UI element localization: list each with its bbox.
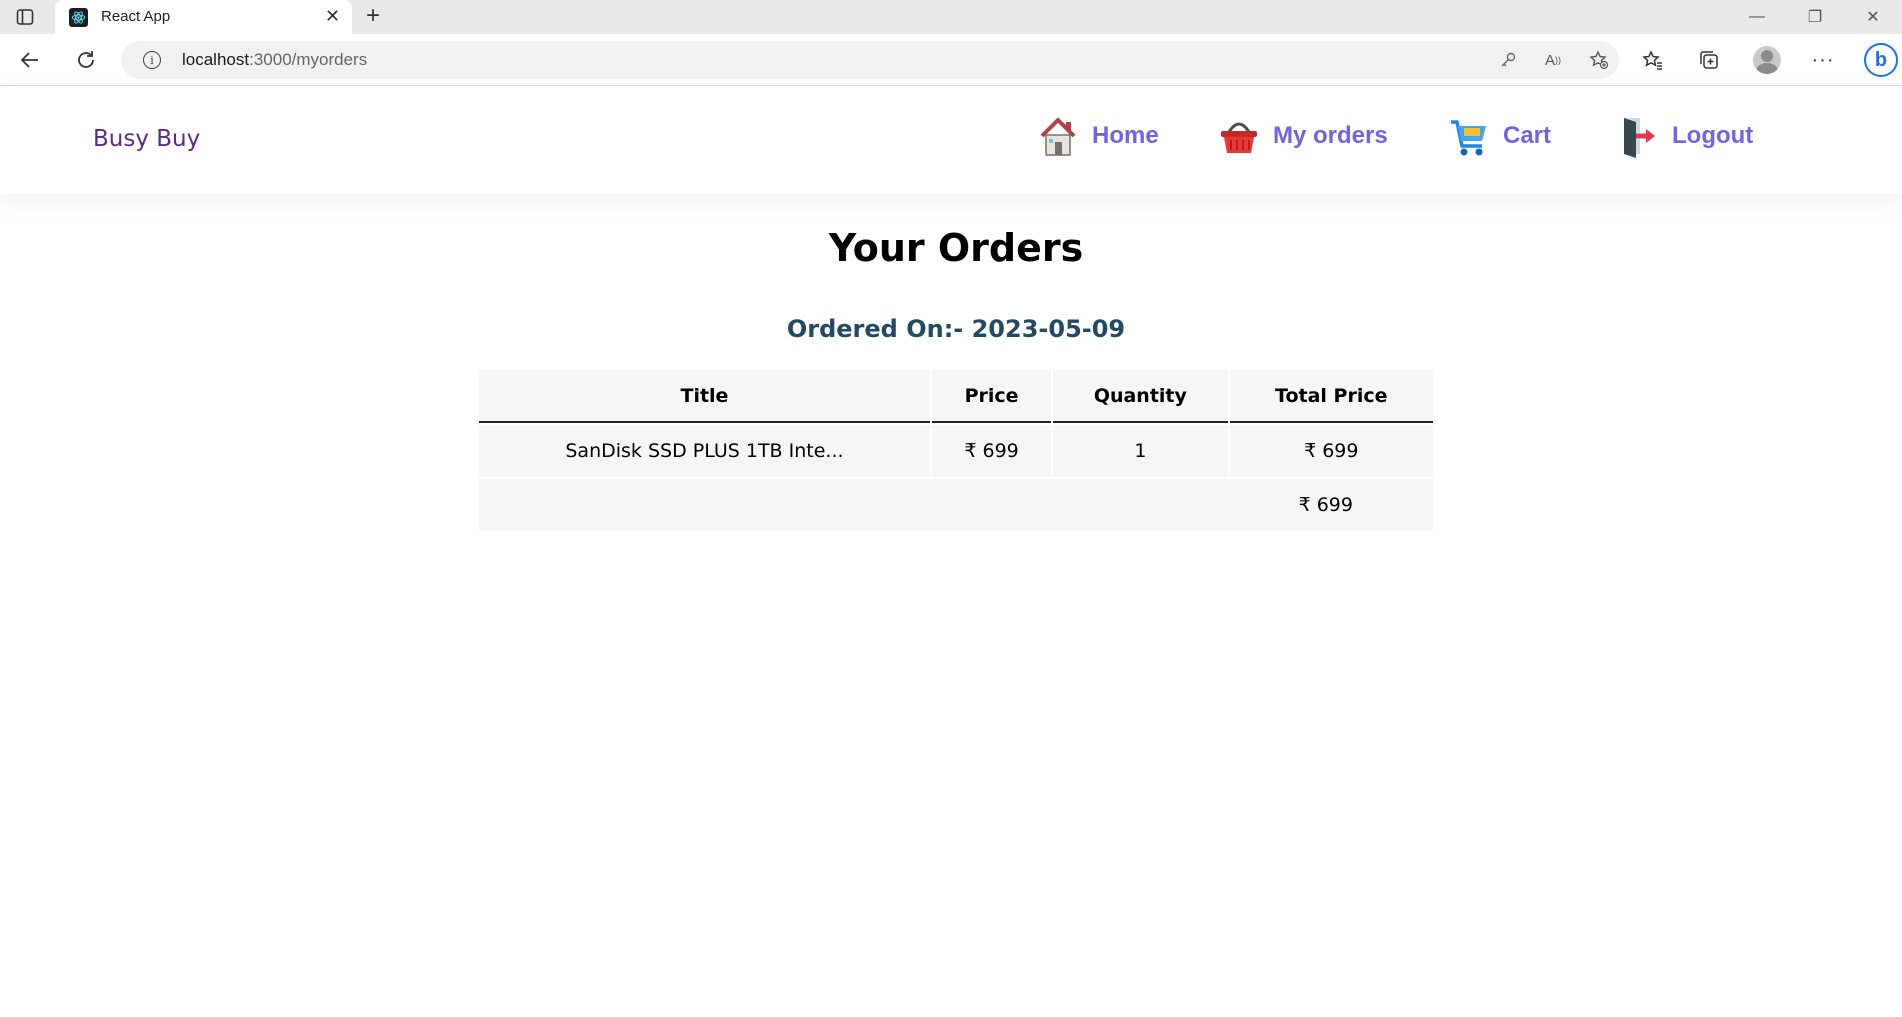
restore-icon[interactable]: ❐ bbox=[1786, 0, 1844, 34]
close-tab-icon[interactable]: ✕ bbox=[325, 7, 340, 25]
browser-tab-bar: React App ✕ + — ❐ ✕ bbox=[0, 0, 1902, 34]
cell-title: SanDisk SSD PLUS 1TB Inte... bbox=[479, 425, 930, 477]
nav-cart-label: Cart bbox=[1503, 122, 1552, 149]
nav-cart[interactable]: Cart bbox=[1449, 114, 1551, 158]
page-content: Busy Buy Home My orders Cart Logout Your… bbox=[0, 86, 1902, 1017]
key-icon[interactable] bbox=[1497, 49, 1519, 71]
minimize-icon[interactable]: — bbox=[1728, 0, 1786, 34]
window-controls: — ❐ ✕ bbox=[1728, 0, 1902, 34]
url-host: localhost bbox=[182, 50, 250, 69]
browser-tab[interactable]: React App ✕ bbox=[55, 0, 352, 34]
read-aloud-icon[interactable]: A)) bbox=[1542, 49, 1564, 71]
favorites-icon[interactable] bbox=[1640, 47, 1666, 73]
nav-home-label: Home bbox=[1092, 122, 1159, 149]
home-icon bbox=[1040, 118, 1076, 156]
column-header-total-price: Total Price bbox=[1229, 370, 1433, 423]
bing-icon[interactable]: b bbox=[1864, 43, 1898, 77]
back-arrow-icon[interactable] bbox=[17, 47, 43, 73]
url-text[interactable]: localhost:3000/myorders bbox=[182, 50, 367, 70]
column-header-quantity: Quantity bbox=[1053, 370, 1228, 423]
table-row: SanDisk SSD PLUS 1TB Inte... ₹ 699 1 ₹ 6… bbox=[479, 425, 1433, 477]
cell-total-price: ₹ 699 bbox=[1229, 425, 1433, 477]
window-close-icon[interactable]: ✕ bbox=[1844, 0, 1902, 34]
page-title: Your Orders bbox=[828, 226, 1084, 270]
nav-logout[interactable]: Logout bbox=[1618, 114, 1753, 158]
react-icon bbox=[69, 8, 88, 27]
url-path: :3000/myorders bbox=[249, 50, 368, 69]
order-table: Title Price Quantity Total Price SanDisk… bbox=[477, 368, 1435, 533]
nav-my-orders[interactable]: My orders bbox=[1219, 114, 1388, 158]
browser-toolbar: i localhost:3000/myorders A)) ··· b bbox=[0, 34, 1902, 86]
cart-icon bbox=[1451, 120, 1486, 156]
column-header-title: Title bbox=[479, 370, 930, 423]
nav-logout-label: Logout bbox=[1672, 122, 1754, 149]
profile-avatar-icon[interactable] bbox=[1753, 46, 1781, 74]
logout-icon bbox=[1624, 118, 1655, 158]
nav-my-orders-label: My orders bbox=[1273, 122, 1388, 149]
tab-title: React App bbox=[101, 8, 171, 25]
add-favorite-icon[interactable] bbox=[1588, 49, 1610, 71]
nav-home[interactable]: Home bbox=[1038, 114, 1159, 158]
tab-sidebar-icon[interactable] bbox=[15, 7, 35, 27]
more-icon[interactable]: ··· bbox=[1810, 47, 1836, 73]
grand-total-row: ₹ 699 bbox=[479, 479, 1433, 531]
grand-total: ₹ 699 bbox=[479, 479, 1433, 531]
collections-icon[interactable] bbox=[1696, 47, 1722, 73]
new-tab-icon[interactable]: + bbox=[366, 4, 380, 28]
cell-price: ₹ 699 bbox=[931, 425, 1052, 477]
brand-logo[interactable]: Busy Buy bbox=[93, 126, 200, 152]
info-icon[interactable]: i bbox=[143, 51, 161, 69]
address-bar[interactable]: i localhost:3000/myorders A)) bbox=[121, 41, 1619, 79]
table-header-row: Title Price Quantity Total Price bbox=[479, 370, 1433, 423]
reload-icon[interactable] bbox=[73, 47, 99, 73]
basket-icon bbox=[1221, 122, 1257, 153]
site-navbar: Busy Buy Home My orders Cart Logout bbox=[0, 86, 1902, 194]
column-header-price: Price bbox=[931, 370, 1052, 423]
order-date: Ordered On:- 2023-05-09 bbox=[786, 315, 1126, 343]
cell-quantity: 1 bbox=[1053, 425, 1228, 477]
